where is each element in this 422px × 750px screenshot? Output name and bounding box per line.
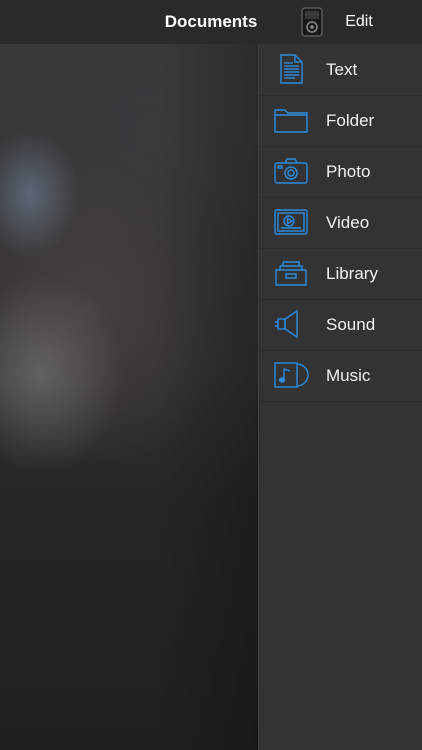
menu-item-music[interactable]: Music [259, 350, 422, 402]
video-icon [273, 206, 309, 238]
menu-item-label: Text [326, 60, 358, 79]
menu-item-label: Music [326, 366, 371, 385]
menu-item-label: Library [326, 264, 378, 283]
menu-item-label: Sound [326, 315, 376, 334]
new-item-menu: Text Folder Photo Video Library Sound Mu… [258, 44, 422, 750]
menu-item-folder[interactable]: Folder [259, 95, 422, 147]
music-album-icon [273, 359, 309, 391]
menu-item-label: Folder [326, 111, 375, 130]
folder-icon [273, 104, 309, 136]
menu-item-photo[interactable]: Photo [259, 146, 422, 198]
text-document-icon [273, 53, 309, 85]
menu-item-sound[interactable]: Sound [259, 299, 422, 351]
menu-item-video[interactable]: Video [259, 197, 422, 249]
navigation-bar: Documents Edit [0, 0, 422, 44]
menu-item-library[interactable]: Library [259, 248, 422, 300]
page-title: Documents [164, 12, 258, 31]
menu-item-text[interactable]: Text [259, 44, 422, 96]
library-icon [273, 257, 309, 289]
screen: Documents Edit Text Folder Photo Video L… [0, 0, 422, 750]
blurred-background-content[interactable] [0, 44, 258, 750]
speaker-icon [273, 308, 309, 340]
camera-icon [273, 155, 309, 187]
menu-item-label: Video [326, 213, 370, 232]
ipod-icon[interactable] [301, 7, 323, 37]
menu-item-label: Photo [326, 162, 371, 181]
edit-button[interactable]: Edit [336, 0, 382, 44]
